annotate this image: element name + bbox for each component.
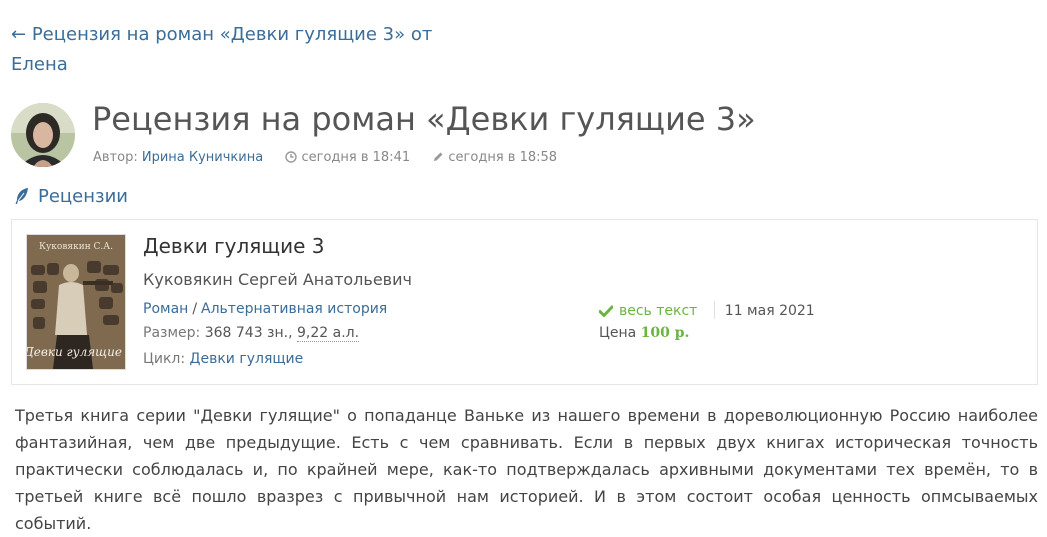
check-icon xyxy=(598,305,614,317)
size-chars: 368 743 зн., xyxy=(204,325,293,341)
category-link[interactable]: Рецензии xyxy=(14,186,128,207)
book-cover[interactable]: Куковякин С.А. Девки гулящие xyxy=(26,234,126,370)
back-link-label: Рецензия на роман «Девки гулящие 3» от Е… xyxy=(11,24,433,75)
back-link[interactable]: ← Рецензия на роман «Девки гулящие 3» от… xyxy=(11,20,451,80)
cycle-label: Цикл: xyxy=(143,351,186,367)
post-meta: Автор: Ирина Куничкина сегодня в 18:41 с… xyxy=(93,150,557,165)
book-card: Куковякин С.А. Девки гулящие Девки гулящ… xyxy=(11,219,1038,385)
book-genre: Роман / Альтернативная история xyxy=(143,301,388,317)
book-size: Размер: 368 743 зн., 9,22 а.л. xyxy=(143,325,360,342)
avatar[interactable] xyxy=(11,103,75,167)
cover-author-text: Куковякин С.А. xyxy=(39,242,113,252)
book-status: весь текст 11 мая 2021 xyxy=(598,301,815,319)
page-title: Рецензия на роман «Девки гулящие 3» xyxy=(92,100,756,138)
pencil-icon xyxy=(434,152,443,161)
feather-icon xyxy=(15,188,28,204)
book-author[interactable]: Куковякин Сергей Анатольевич xyxy=(143,270,412,289)
book-price: Цена 100 р. xyxy=(599,325,689,341)
size-al: 9,22 а.л. xyxy=(297,325,360,342)
status-divider xyxy=(713,301,715,319)
book-genre-link[interactable]: Альтернативная история xyxy=(201,301,387,317)
category-label: Рецензии xyxy=(38,186,128,207)
full-text-status: весь текст xyxy=(598,303,702,319)
price-label: Цена xyxy=(599,325,637,341)
book-title[interactable]: Девки гулящие 3 xyxy=(143,234,325,258)
cycle-link[interactable]: Девки гулящие xyxy=(190,351,304,367)
author-link[interactable]: Ирина Куничкина xyxy=(142,150,263,165)
status-label: весь текст xyxy=(619,303,698,319)
author-prefix: Автор: xyxy=(93,150,138,165)
cover-title-text: Девки гулящие xyxy=(27,345,122,359)
book-date: 11 мая 2021 xyxy=(724,303,815,319)
review-text: Третья книга серии "Девки гулящие" о поп… xyxy=(15,406,1038,533)
book-cycle: Цикл: Девки гулящие xyxy=(143,351,303,367)
size-label: Размер: xyxy=(143,325,201,341)
book-type-link[interactable]: Роман xyxy=(143,301,188,317)
edited-time: сегодня в 18:58 xyxy=(448,150,558,165)
back-arrow-icon: ← xyxy=(11,24,27,45)
price-value[interactable]: 100 р. xyxy=(641,325,690,341)
created-time: сегодня в 18:41 xyxy=(301,150,411,165)
clock-icon xyxy=(285,151,298,163)
